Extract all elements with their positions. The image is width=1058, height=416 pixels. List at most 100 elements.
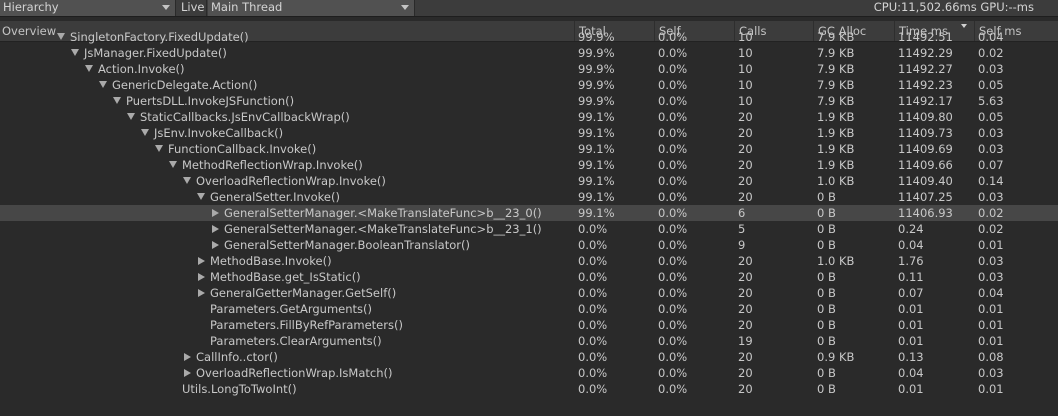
- collapsed-arrow-icon[interactable]: [198, 289, 205, 297]
- row-gc-alloc: 1.9 KB: [817, 158, 855, 172]
- collapsed-arrow-icon[interactable]: [198, 273, 205, 281]
- table-row[interactable]: GeneralSetterManager.BooleanTranslator()…: [0, 237, 1058, 253]
- row-gc-alloc: 7.9 KB: [817, 78, 855, 92]
- row-total: 99.1%: [578, 126, 615, 140]
- row-calls: 20: [738, 126, 753, 140]
- row-calls: 9: [738, 238, 746, 252]
- row-gc-alloc: 0 B: [817, 318, 836, 332]
- row-calls: 20: [738, 302, 753, 316]
- row-gc-alloc: 0 B: [817, 222, 836, 236]
- row-function-name: Parameters.FillByRefParameters(): [210, 318, 403, 332]
- expanded-arrow-icon[interactable]: [141, 129, 149, 136]
- expanded-arrow-icon[interactable]: [183, 177, 191, 184]
- collapsed-arrow-icon[interactable]: [212, 209, 219, 217]
- expanded-arrow-icon[interactable]: [197, 193, 205, 200]
- table-row[interactable]: OverloadReflectionWrap.IsMatch() 0.0% 0.0%…: [0, 365, 1058, 381]
- expanded-arrow-icon[interactable]: [71, 49, 79, 56]
- live-label: Live: [181, 0, 205, 14]
- row-self-ms: 0.07: [978, 158, 1004, 172]
- row-self-ms: 0.04: [978, 286, 1004, 300]
- table-row[interactable]: SingletonFactory.FixedUpdate() 99.9% 0.0% 1…: [0, 29, 1058, 45]
- row-time-ms: 11409.69: [898, 142, 953, 156]
- row-self-ms: 5.63: [978, 94, 1004, 108]
- collapsed-arrow-icon[interactable]: [184, 353, 191, 361]
- live-toggle[interactable]: Live: [177, 0, 207, 16]
- table-row[interactable]: Parameters.FillByRefParameters() 0.0% 0.0%…: [0, 317, 1058, 333]
- row-self-ms: 0.01: [978, 334, 1004, 348]
- table-row[interactable]: Parameters.GetArguments() 0.0% 0.0% 20 0 B 0.…: [0, 301, 1058, 317]
- row-self: 0.0%: [658, 30, 688, 44]
- table-row[interactable]: MethodReflectionWrap.Invoke() 99.1% 0.0% 20…: [0, 157, 1058, 173]
- collapsed-arrow-icon[interactable]: [184, 369, 191, 377]
- row-total: 99.9%: [578, 78, 615, 92]
- table-row[interactable]: JsManager.FixedUpdate() 99.9% 0.0% 10 7.9 KB…: [0, 45, 1058, 61]
- expanded-arrow-icon[interactable]: [155, 145, 163, 152]
- row-function-name: OverloadReflectionWrap.Invoke(): [196, 174, 386, 188]
- row-gc-alloc: 1.9 KB: [817, 142, 855, 156]
- table-row[interactable]: OverloadReflectionWrap.Invoke() 99.1% 0.0%…: [0, 173, 1058, 189]
- table-row[interactable]: PuertsDLL.InvokeJSFunction() 99.9% 0.0% 10 7…: [0, 93, 1058, 109]
- table-row[interactable]: StaticCallbacks.JsEnvCallbackWrap() 99.1%…: [0, 109, 1058, 125]
- row-self-ms: 0.08: [978, 350, 1004, 364]
- row-total: 99.9%: [578, 46, 615, 60]
- row-time-ms: 11409.40: [898, 174, 953, 188]
- expanded-arrow-icon[interactable]: [113, 97, 121, 104]
- table-row[interactable]: GeneralSetter.Invoke() 99.1% 0.0% 20 0 B 1140…: [0, 189, 1058, 205]
- table-row[interactable]: FunctionCallback.Invoke() 99.1% 0.0% 20 1.9 …: [0, 141, 1058, 157]
- row-gc-alloc: 0 B: [817, 286, 836, 300]
- row-self-ms: 0.04: [978, 30, 1004, 44]
- row-self-ms: 0.03: [978, 142, 1004, 156]
- view-mode-dropdown[interactable]: Hierarchy: [0, 0, 176, 16]
- row-calls: 10: [738, 46, 753, 60]
- table-row[interactable]: GeneralSetterManager.<MakeTranslateFunc>…: [0, 205, 1058, 221]
- row-self: 0.0%: [658, 302, 688, 316]
- thread-dropdown[interactable]: Main Thread: [208, 0, 415, 16]
- row-gc-alloc: 0 B: [817, 206, 836, 220]
- expanded-arrow-icon[interactable]: [169, 161, 177, 168]
- row-gc-alloc: 1.0 KB: [817, 174, 855, 188]
- row-function-name: GeneralSetterManager.<MakeTranslateFunc>…: [224, 206, 542, 220]
- row-gc-alloc: 7.9 KB: [817, 30, 855, 44]
- collapsed-arrow-icon[interactable]: [198, 257, 205, 265]
- table-row[interactable]: MethodBase.get_IsStatic() 0.0% 0.0% 20 0 B 0.…: [0, 269, 1058, 285]
- row-self-ms: 0.05: [978, 78, 1004, 92]
- collapsed-arrow-icon[interactable]: [212, 241, 219, 249]
- row-gc-alloc: 7.9 KB: [817, 94, 855, 108]
- row-self: 0.0%: [658, 190, 688, 204]
- expanded-arrow-icon[interactable]: [85, 65, 93, 72]
- row-function-name: StaticCallbacks.JsEnvCallbackWrap(): [140, 110, 350, 124]
- table-row[interactable]: GeneralSetterManager.<MakeTranslateFunc>…: [0, 221, 1058, 237]
- cpu-gpu-readout: CPU:11,502.66ms GPU:--ms: [873, 0, 1034, 14]
- row-self: 0.0%: [658, 94, 688, 108]
- row-gc-alloc: 0 B: [817, 334, 836, 348]
- table-row[interactable]: GenericDelegate.Action() 99.9% 0.0% 10 7.9 K…: [0, 77, 1058, 93]
- expanded-arrow-icon[interactable]: [99, 81, 107, 88]
- row-calls: 20: [738, 350, 753, 364]
- table-row[interactable]: Utils.LongToTwoInt() 0.0% 0.0% 20 0 B 0.01 0.0…: [0, 381, 1058, 397]
- collapsed-arrow-icon[interactable]: [212, 225, 219, 233]
- table-row[interactable]: JsEnv.InvokeCallback() 99.1% 0.0% 20 1.9 KB 1…: [0, 125, 1058, 141]
- expanded-arrow-icon[interactable]: [57, 33, 65, 40]
- table-row[interactable]: GeneralGetterManager.GetSelf() 0.0% 0.0% 20…: [0, 285, 1058, 301]
- row-self: 0.0%: [658, 350, 688, 364]
- hierarchy-tree: SingletonFactory.FixedUpdate() 99.9% 0.0% 1…: [0, 29, 1058, 397]
- row-self-ms: 0.03: [978, 254, 1004, 268]
- row-calls: 20: [738, 174, 753, 188]
- row-calls: 20: [738, 254, 753, 268]
- table-row[interactable]: MethodBase.Invoke() 0.0% 0.0% 20 1.0 KB 1.76 0…: [0, 253, 1058, 269]
- row-total: 0.0%: [578, 238, 608, 252]
- row-function-name: MethodBase.get_IsStatic(): [210, 270, 361, 284]
- row-function-name: SingletonFactory.FixedUpdate(): [70, 30, 249, 44]
- row-total: 0.0%: [578, 302, 608, 316]
- expanded-arrow-icon[interactable]: [127, 113, 135, 120]
- row-function-name: GeneralGetterManager.GetSelf(): [210, 286, 397, 300]
- table-row[interactable]: Parameters.ClearArguments() 0.0% 0.0% 19 0 B…: [0, 333, 1058, 349]
- row-calls: 10: [738, 30, 753, 44]
- table-row[interactable]: Action.Invoke() 99.9% 0.0% 10 7.9 KB 11492.27…: [0, 61, 1058, 77]
- row-total: 99.9%: [578, 62, 615, 76]
- row-self: 0.0%: [658, 270, 688, 284]
- row-time-ms: 0.13: [898, 350, 924, 364]
- table-row[interactable]: CallInfo..ctor() 0.0% 0.0% 20 0.9 KB 0.13 0.08: [0, 349, 1058, 365]
- row-gc-alloc: 0 B: [817, 270, 836, 284]
- row-gc-alloc: 1.9 KB: [817, 110, 855, 124]
